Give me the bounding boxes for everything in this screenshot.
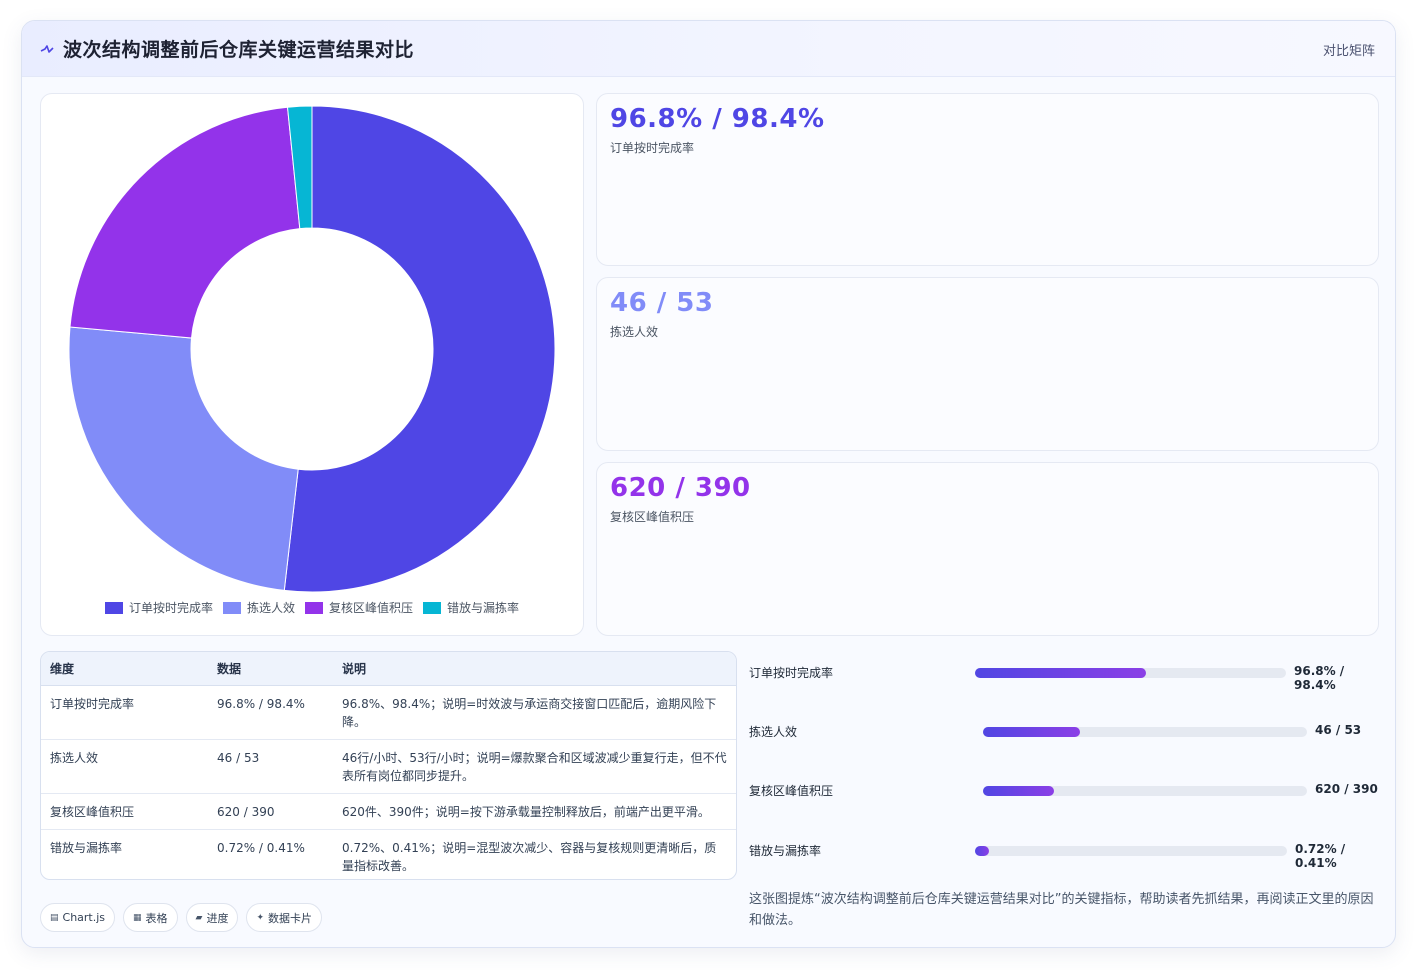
legend-swatch	[222, 601, 241, 614]
table-icon: ▦	[133, 912, 142, 923]
chip-chartjs[interactable]: ▤ Chart.js	[40, 903, 116, 932]
progress-row: 错放与漏拣率 0.72% / 0.41%	[749, 839, 1382, 870]
chip-label: 数据卡片	[268, 911, 313, 925]
stat-value: 46 / 53	[610, 288, 714, 318]
legend-swatch	[305, 601, 323, 614]
progress-icon: ▰	[195, 912, 203, 923]
stat-label: 订单按时完成率	[610, 141, 695, 155]
chip-label: 进度	[206, 911, 229, 925]
legend-label: 错放与漏拣率	[447, 601, 520, 615]
table-header-row: 维度 数据 说明	[41, 652, 736, 686]
chip-label: 表格	[145, 911, 168, 925]
donut-chart-panel: 订单按时完成率 拣选人效 复核区峰值积压 错放与漏拣率	[40, 93, 584, 636]
progress-label: 复核区峰值积压	[749, 784, 834, 798]
progress-value: 620 / 390	[1315, 782, 1378, 796]
legend-swatch	[423, 601, 442, 614]
compare-matrix-link[interactable]: 对比矩阵	[1323, 40, 1375, 59]
table-cell: 订单按时完成率	[41, 685, 208, 740]
donut-chart	[68, 105, 556, 593]
progress-fill	[975, 668, 1147, 678]
legend-item[interactable]: 复核区峰值积压	[305, 599, 413, 616]
table-cell: 46 / 53	[208, 739, 333, 794]
donut-slice-1[interactable]	[283, 105, 556, 593]
progress-track	[975, 846, 1287, 856]
legend-item[interactable]: 订单按时完成率	[104, 599, 213, 616]
progress-value: 0.72% / 0.41%	[1295, 842, 1346, 870]
legend-item[interactable]: 拣选人效	[222, 599, 295, 616]
legend-label: 复核区峰值积压	[329, 601, 414, 615]
chip-progress[interactable]: ▰ 进度	[185, 903, 239, 932]
stat-card-backlog: 620 / 390 复核区峰值积压	[596, 462, 1379, 636]
summary-note: 这张图提炼“波次结构调整前后仓库关键运营结果对比”的关键指标，帮助读者先抓结果，…	[749, 892, 1374, 928]
header: 波次结构调整前后仓库关键运营结果对比 对比矩阵	[22, 21, 1395, 77]
progress-track	[983, 786, 1307, 796]
table-row: 订单按时完成率 96.8% / 98.4% 96.8%、98.4%；说明=时效波…	[41, 685, 736, 740]
tag-chips: ▤ Chart.js ▦ 表格 ▰ 进度 ✦ 数据卡片	[40, 903, 323, 932]
progress-row: 复核区峰值积压 620 / 390	[749, 779, 1382, 803]
legend-label: 订单按时完成率	[128, 601, 213, 615]
table-row: 复核区峰值积压 620 / 390 620件、390件；说明=按下游承载量控制释…	[41, 793, 736, 830]
stat-value: 620 / 390	[610, 473, 751, 503]
chip-label: Chart.js	[62, 911, 106, 924]
column-header: 维度	[41, 652, 208, 686]
table-row: 错放与漏拣率 0.72% / 0.41% 0.72%、0.41%；说明=混型波次…	[41, 829, 736, 879]
table-cell: 620件、390件；说明=按下游承载量控制释放后，前端产出更平滑。	[333, 793, 736, 830]
stat-value: 96.8% / 98.4%	[610, 104, 825, 134]
chart-icon: ▤	[50, 912, 59, 923]
table-cell: 0.72%、0.41%；说明=混型波次减少、容器与复核规则更清晰后，质量指标改善…	[342, 840, 717, 873]
stat-label: 复核区峰值积压	[610, 510, 695, 524]
page-title: 波次结构调整前后仓库关键运营结果对比	[63, 39, 415, 61]
table-row: 拣选人效 46 / 53 46行/小时、53行/小时；说明=爆款聚合和区域波减少…	[41, 739, 736, 794]
table-cell: 46行/小时、53行/小时；说明=爆款聚合和区域波减少重复行走，但不代表所有岗位…	[333, 739, 736, 794]
stat-label: 拣选人效	[610, 325, 659, 339]
progress-row: 订单按时完成率 96.8% / 98.4%	[749, 661, 1382, 692]
progress-fill	[983, 727, 1081, 737]
legend-item[interactable]: 错放与漏拣率	[423, 599, 519, 616]
donut-slice-3[interactable]	[69, 106, 301, 339]
progress-value: 96.8% / 98.4%	[1294, 664, 1345, 692]
donut-slice-2[interactable]	[68, 326, 299, 591]
pulse-icon	[40, 45, 54, 53]
progress-track	[975, 668, 1286, 678]
legend-swatch	[104, 601, 123, 614]
legend-label: 拣选人效	[246, 601, 295, 615]
chip-table[interactable]: ▦ 表格	[123, 903, 178, 932]
progress-value: 46 / 53	[1315, 723, 1362, 737]
table-cell: 拣选人效	[41, 739, 208, 794]
progress-track	[983, 727, 1307, 737]
progress-fill	[975, 846, 990, 856]
progress-label: 错放与漏拣率	[749, 844, 822, 858]
table-cell: 0.72% / 0.41%	[217, 840, 305, 855]
column-header: 数据	[208, 652, 333, 686]
chart-legend: 订单按时完成率 拣选人效 复核区峰值积压 错放与漏拣率	[41, 599, 583, 616]
progress-fill	[983, 786, 1055, 796]
table-cell: 复核区峰值积压	[41, 793, 208, 830]
progress-row: 拣选人效 46 / 53	[749, 720, 1382, 744]
stat-card-productivity: 46 / 53 拣选人效	[596, 277, 1379, 451]
column-header: 说明	[333, 652, 736, 686]
sparkle-icon: ✦	[256, 912, 265, 923]
table-cell: 96.8% / 98.4%	[208, 685, 333, 740]
progress-label: 订单按时完成率	[749, 666, 834, 680]
data-table: 维度 数据 说明 订单按时完成率 96.8% / 98.4% 96.8%、98.…	[40, 651, 737, 880]
table-cell: 96.8%、98.4%；说明=时效波与承运商交接窗口匹配后，逾期风险下降。	[333, 685, 736, 740]
stat-card-ontime: 96.8% / 98.4% 订单按时完成率	[596, 93, 1379, 266]
dashboard-frame: 波次结构调整前后仓库关键运营结果对比 对比矩阵 订单按时完成率 拣选人效 复核区峰值…	[21, 20, 1396, 948]
table-cell: 620 / 390	[208, 793, 333, 830]
table-cell: 错放与漏拣率	[50, 840, 123, 855]
chip-data-cards[interactable]: ✦ 数据卡片	[246, 903, 323, 932]
progress-label: 拣选人效	[749, 725, 798, 739]
